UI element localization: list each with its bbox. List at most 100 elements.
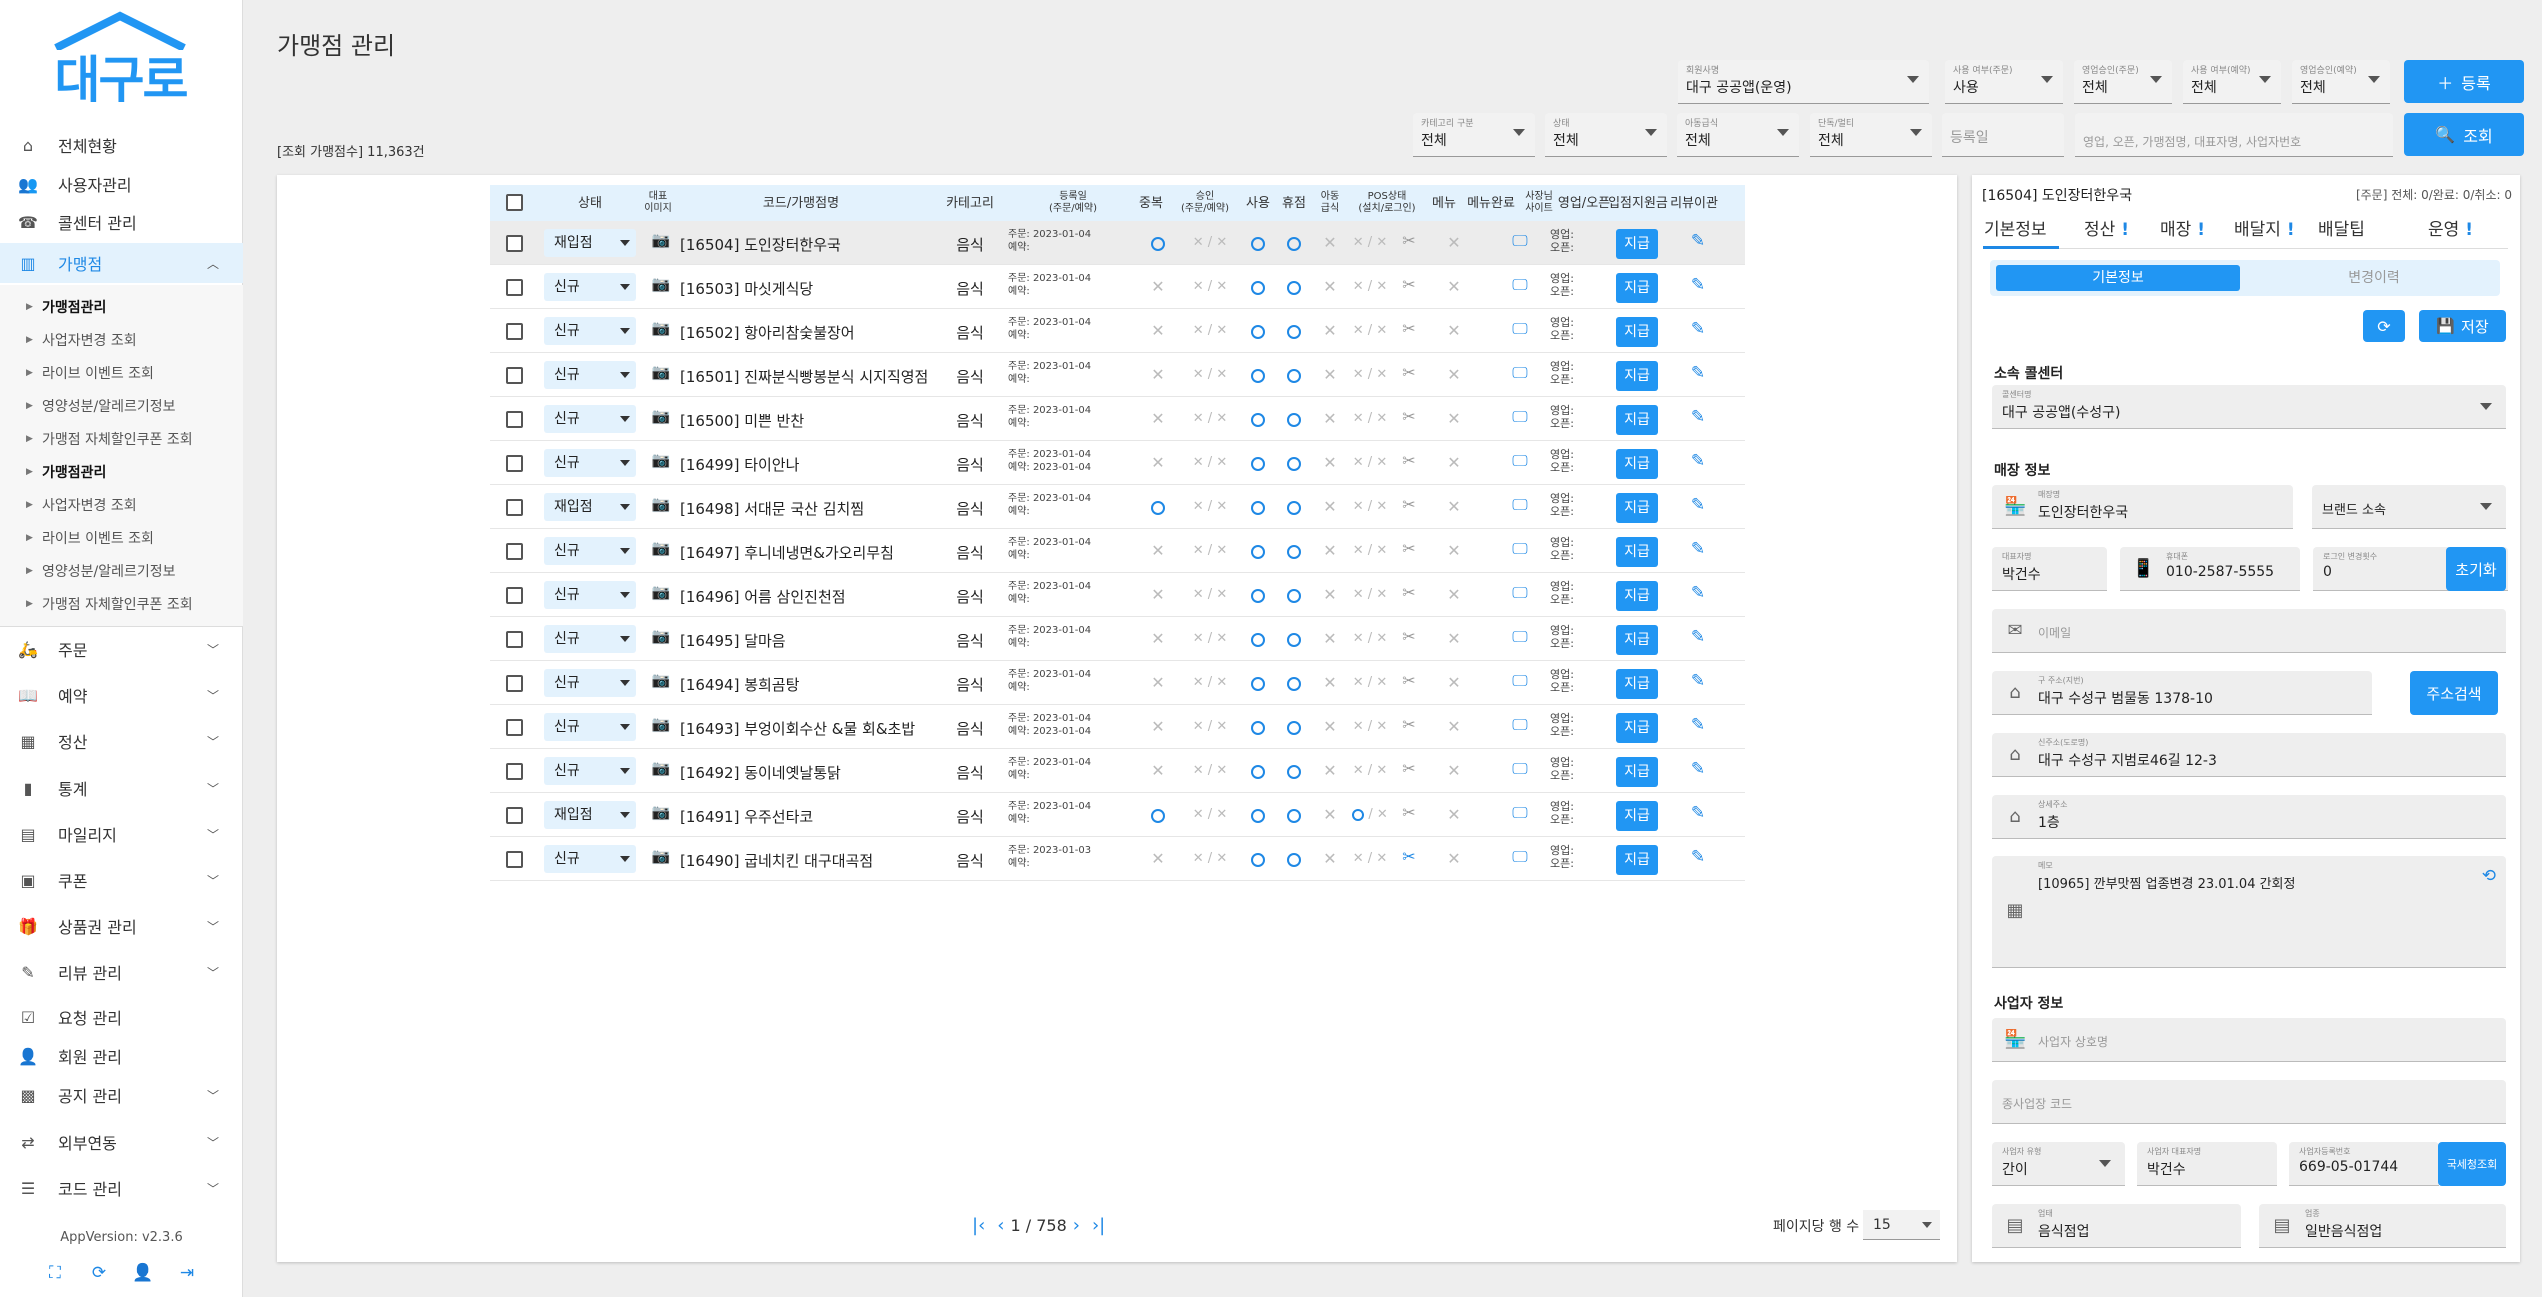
owner-site-icon[interactable]: 🖵	[1509, 407, 1531, 427]
camera-icon[interactable]: 📷	[650, 803, 672, 825]
new-address-field[interactable]: ⌂ 신주소(도로명) 대구 수성구 지범로46길 12-3	[1992, 733, 2506, 777]
sidebar-item-5[interactable]: 📖 예약 ﹀	[0, 675, 243, 715]
biz-type-select[interactable]: 사업자 유형 간이	[1992, 1142, 2125, 1186]
submenu-item-8[interactable]: ▶ 영양성분/알레르기정보	[0, 555, 243, 587]
store-name[interactable]: [16502] 항아리참숯불장어	[680, 322, 855, 343]
submenu-item-0[interactable]: ▶ 가맹점관리	[0, 291, 243, 323]
next-page-icon[interactable]: ›	[1073, 1215, 1080, 1236]
use-order-select[interactable]: 사용 여부(주문) 사용	[1945, 60, 2063, 104]
review-transfer-icon[interactable]: ✎	[1687, 363, 1709, 383]
biz-kind-field[interactable]: ▤ 업태 음식점업	[1992, 1204, 2241, 1248]
table-row[interactable]: 신규 📷 [16499] 타이안나 음식 주문: 2023-01-04 예약: 2023-…	[490, 441, 1745, 485]
support-pay-button[interactable]: 지급	[1616, 229, 1658, 259]
status-select[interactable]: 신규	[544, 317, 636, 345]
group-select[interactable]: 단독/멀티 전체	[1810, 113, 1932, 157]
support-pay-button[interactable]: 지급	[1616, 317, 1658, 347]
column-header[interactable]: 아동 급식	[1312, 185, 1348, 221]
owner-site-icon[interactable]: 🖵	[1509, 759, 1531, 779]
column-header[interactable]: 등록일 (주문/예약)	[1014, 185, 1132, 221]
column-header[interactable]: 메뉴	[1426, 185, 1462, 221]
table-row[interactable]: 신규 📷 [16497] 후니네냉면&가오리무침 음식 주문: 2023-01-04 예약…	[490, 529, 1745, 573]
last-page-icon[interactable]: ›|	[1092, 1215, 1105, 1236]
camera-icon[interactable]: 📷	[650, 583, 672, 605]
status-select[interactable]: 신규	[544, 361, 636, 389]
support-pay-button[interactable]: 지급	[1616, 801, 1658, 831]
status-select[interactable]: 신규	[544, 757, 636, 785]
store-name[interactable]: [16504] 도인장터한우국	[680, 234, 841, 255]
row-checkbox[interactable]	[506, 763, 523, 780]
logout-icon[interactable]: ⇥	[176, 1263, 198, 1285]
biz-name-field[interactable]: 🏪 사업자 상호명	[1992, 1018, 2506, 1062]
status-select[interactable]: 신규	[544, 845, 636, 873]
owner-site-icon[interactable]: 🖵	[1509, 671, 1531, 691]
sidebar-item-6[interactable]: ▦ 정산 ﹀	[0, 721, 243, 761]
column-header[interactable]: 입점지원금	[1608, 185, 1668, 221]
table-row[interactable]: 신규 📷 [16503] 마싯게식당 음식 주문: 2023-01-04 예약: ✕ ✕ / …	[490, 265, 1745, 309]
column-header[interactable]: 사장님 사이트	[1520, 185, 1558, 221]
column-header[interactable]: 휴점	[1276, 185, 1312, 221]
review-transfer-icon[interactable]: ✎	[1687, 803, 1709, 823]
sidebar-item-0[interactable]: ⌂ 전체현황	[0, 125, 243, 165]
column-header[interactable]: 카테고리	[926, 185, 1014, 221]
review-transfer-icon[interactable]: ✎	[1687, 407, 1709, 427]
sidebar-item-12[interactable]: ☑ 요청 관리	[0, 997, 243, 1037]
register-button[interactable]: ＋ 등록	[2404, 60, 2524, 103]
owner-site-icon[interactable]: 🖵	[1509, 451, 1531, 471]
row-checkbox[interactable]	[506, 807, 523, 824]
sales-reserve-select[interactable]: 영업승인(예약) 전체	[2292, 60, 2390, 104]
support-pay-button[interactable]: 지급	[1616, 537, 1658, 567]
review-transfer-icon[interactable]: ✎	[1687, 715, 1709, 735]
owner-site-icon[interactable]: 🖵	[1509, 847, 1531, 867]
support-pay-button[interactable]: 지급	[1616, 361, 1658, 391]
sidebar-item-16[interactable]: ☰ 코드 관리 ﹀	[0, 1168, 243, 1208]
store-name-field[interactable]: 🏪 매장명 도인장터한우국	[1992, 485, 2293, 529]
status-select[interactable]: 신규	[544, 669, 636, 697]
status-select[interactable]: 신규	[544, 537, 636, 565]
camera-icon[interactable]: 📷	[650, 319, 672, 341]
store-name[interactable]: [16503] 마싯게식당	[680, 278, 813, 299]
store-name[interactable]: [16495] 달마음	[680, 630, 786, 651]
save-button[interactable]: 💾 저장	[2419, 310, 2506, 342]
row-checkbox[interactable]	[506, 675, 523, 692]
category-select[interactable]: 카테고리 구분 전체	[1413, 113, 1535, 157]
review-transfer-icon[interactable]: ✎	[1687, 539, 1709, 559]
menu-icon[interactable]: ✂	[1398, 407, 1420, 429]
logo[interactable]: 대구로	[48, 10, 193, 109]
callcenter-select[interactable]: 회원사명 대구 공공앱(운영)	[1678, 60, 1929, 104]
sidebar-item-1[interactable]: 👥 사용자관리	[0, 164, 243, 204]
row-checkbox[interactable]	[506, 543, 523, 560]
brand-select[interactable]: 브랜드 소속	[2312, 485, 2506, 529]
use-reserve-select[interactable]: 사용 여부(예약) 전체	[2183, 60, 2281, 104]
sidebar-item-7[interactable]: ▮ 통계 ﹀	[0, 768, 243, 808]
sidebar-item-9[interactable]: ▣ 쿠폰 ﹀	[0, 860, 243, 900]
camera-icon[interactable]: 📷	[650, 363, 672, 385]
address-detail-field[interactable]: ⌂ 상세주소 1층	[1992, 795, 2506, 839]
profile-icon[interactable]: 👤	[132, 1263, 154, 1285]
sales-order-select[interactable]: 영업승인(주문) 전체	[2074, 60, 2172, 104]
row-checkbox[interactable]	[506, 323, 523, 340]
camera-icon[interactable]: 📷	[650, 275, 672, 297]
support-pay-button[interactable]: 지급	[1616, 273, 1658, 303]
address-search-button[interactable]: 주소검색	[2410, 671, 2498, 715]
menu-icon[interactable]: ✂	[1398, 319, 1420, 341]
basic-info-toggle[interactable]: 기본정보	[1996, 265, 2240, 291]
owner-site-icon[interactable]: 🖵	[1509, 803, 1531, 823]
review-transfer-icon[interactable]: ✎	[1687, 671, 1709, 691]
row-checkbox[interactable]	[506, 851, 523, 868]
sidebar-item-13[interactable]: 👤 회원 관리	[0, 1036, 243, 1076]
detail-tab-1[interactable]: 정산!	[2084, 215, 2129, 240]
menu-icon[interactable]: ✂	[1398, 363, 1420, 385]
camera-icon[interactable]: 📷	[650, 847, 672, 869]
child-meal-select[interactable]: 아동급식 전체	[1677, 113, 1799, 157]
store-name[interactable]: [16493] 부엉이회수산 &물 회&초밥	[680, 718, 915, 739]
status-select[interactable]: 신규	[544, 449, 636, 477]
first-page-icon[interactable]: |‹	[972, 1215, 985, 1236]
review-transfer-icon[interactable]: ✎	[1687, 231, 1709, 251]
status-select[interactable]: 신규	[544, 625, 636, 653]
camera-icon[interactable]: 📷	[650, 671, 672, 693]
biz-code-field[interactable]: 종사업장 코드	[1992, 1080, 2506, 1124]
detail-tab-0[interactable]: 기본정보	[1984, 215, 2053, 240]
store-name[interactable]: [16492] 동이네옛날통닭	[680, 762, 841, 783]
sidebar-item-2[interactable]: ☎ 콜센터 관리	[0, 202, 243, 242]
memo-field[interactable]: ▦ 메모 [10965] 깐부맛찜 업종변경 23.01.04 간회정 ⟲	[1992, 856, 2506, 968]
